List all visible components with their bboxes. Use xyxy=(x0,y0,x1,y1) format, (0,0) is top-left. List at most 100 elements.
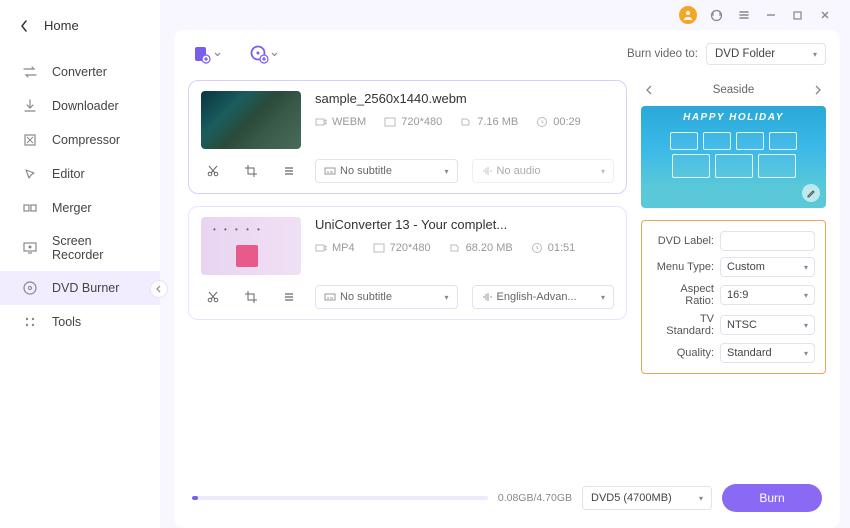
chevron-down-icon: ▾ xyxy=(444,293,448,302)
collapse-sidebar-button[interactable] xyxy=(150,280,168,298)
tools-icon xyxy=(22,314,38,330)
sidebar-item-label: Downloader xyxy=(52,99,119,113)
audio-icon xyxy=(481,291,493,303)
video-card[interactable]: • • • • • UniConverter 13 - Your complet… xyxy=(188,206,627,320)
aspect-ratio-label: Aspect Ratio: xyxy=(650,283,714,307)
chevron-down-icon: ▾ xyxy=(699,494,703,503)
chevron-down-icon: ▾ xyxy=(601,293,605,302)
video-title: sample_2560x1440.webm xyxy=(315,91,614,106)
video-list: sample_2560x1440.webm WEBM 720*480 7.16 … xyxy=(188,80,627,472)
video-thumbnail[interactable] xyxy=(201,91,301,149)
chevron-down-icon: ▾ xyxy=(804,321,808,330)
format-icon xyxy=(315,242,327,254)
close-icon[interactable] xyxy=(817,8,832,23)
sidebar-item-downloader[interactable]: Downloader xyxy=(0,89,160,123)
sidebar-item-screen-recorder[interactable]: Screen Recorder xyxy=(0,225,160,271)
sidebar-item-compressor[interactable]: Compressor xyxy=(0,123,160,157)
sidebar-item-label: DVD Burner xyxy=(52,281,119,295)
video-title: UniConverter 13 - Your complet... xyxy=(315,217,614,232)
chevron-down-icon xyxy=(214,52,221,57)
video-format: WEBM xyxy=(332,116,366,128)
chevron-down-icon: ▾ xyxy=(601,167,605,176)
template-banner-text: HAPPY HOLIDAY xyxy=(641,112,826,123)
sidebar-item-converter[interactable]: Converter xyxy=(0,55,160,89)
chevron-down-icon xyxy=(271,52,278,57)
quality-label: Quality: xyxy=(650,347,714,359)
sidebar-item-label: Merger xyxy=(52,201,92,215)
support-icon[interactable] xyxy=(709,8,724,23)
audio-select: No audio ▾ xyxy=(472,159,615,183)
subtitle-value: No subtitle xyxy=(340,165,392,177)
template-name: Seaside xyxy=(713,84,755,96)
format-icon xyxy=(315,116,327,128)
dvd-label-input[interactable] xyxy=(720,231,815,251)
aspect-ratio-select[interactable]: 16:9▾ xyxy=(720,285,815,305)
tv-standard-label: TV Standard: xyxy=(650,313,714,337)
burn-to-select[interactable]: DVD Folder ▾ xyxy=(706,43,826,65)
edit-template-button[interactable] xyxy=(802,184,820,202)
sidebar: Home Converter Downloader Compressor Edi… xyxy=(0,0,160,528)
user-avatar-button[interactable] xyxy=(679,6,697,24)
burn-to-label: Burn video to: xyxy=(627,48,698,60)
back-home-button[interactable]: Home xyxy=(0,10,160,41)
home-label: Home xyxy=(44,18,79,33)
subtitle-icon xyxy=(324,165,336,177)
sidebar-item-label: Editor xyxy=(52,167,85,181)
sidebar-item-editor[interactable]: Editor xyxy=(0,157,160,191)
subtitle-select[interactable]: No subtitle ▾ xyxy=(315,159,458,183)
video-size: 7.16 MB xyxy=(477,116,518,128)
video-duration: 01:51 xyxy=(548,242,576,254)
maximize-icon[interactable] xyxy=(790,8,805,23)
dvd-settings-panel: DVD Label: Menu Type: Custom▾ Aspect Rat… xyxy=(641,220,826,374)
video-card[interactable]: sample_2560x1440.webm WEBM 720*480 7.16 … xyxy=(188,80,627,194)
subtitle-select[interactable]: No subtitle ▾ xyxy=(315,285,458,309)
merger-icon xyxy=(22,200,38,216)
burn-button[interactable]: Burn xyxy=(722,484,822,512)
menu-icon[interactable] xyxy=(736,8,751,23)
sidebar-item-label: Tools xyxy=(52,315,81,329)
video-format: MP4 xyxy=(332,242,355,254)
next-template-button[interactable] xyxy=(812,85,822,95)
sidebar-item-label: Compressor xyxy=(52,133,120,147)
sidebar-item-tools[interactable]: Tools xyxy=(0,305,160,339)
disc-type-select[interactable]: DVD5 (4700MB) ▾ xyxy=(582,486,712,510)
more-button[interactable] xyxy=(281,163,297,179)
screen-recorder-icon xyxy=(22,240,38,256)
subtitle-icon xyxy=(324,291,336,303)
crop-button[interactable] xyxy=(243,289,259,305)
crop-button[interactable] xyxy=(243,163,259,179)
editor-icon xyxy=(22,166,38,182)
prev-template-button[interactable] xyxy=(645,85,655,95)
menu-type-label: Menu Type: xyxy=(650,261,714,273)
sidebar-item-label: Converter xyxy=(52,65,107,79)
video-thumbnail[interactable]: • • • • • xyxy=(201,217,301,275)
size-icon xyxy=(460,116,472,128)
download-icon xyxy=(22,98,38,114)
sidebar-item-merger[interactable]: Merger xyxy=(0,191,160,225)
resolution-icon xyxy=(373,242,385,254)
template-preview[interactable]: HAPPY HOLIDAY xyxy=(641,106,826,208)
chevron-down-icon: ▾ xyxy=(813,50,817,59)
sidebar-item-dvd-burner[interactable]: DVD Burner xyxy=(0,271,160,305)
trim-button[interactable] xyxy=(205,289,221,305)
quality-select[interactable]: Standard▾ xyxy=(720,343,815,363)
chevron-down-icon: ▾ xyxy=(804,349,808,358)
dvd-label-label: DVD Label: xyxy=(650,235,714,247)
chevron-down-icon: ▾ xyxy=(804,263,808,272)
sidebar-item-label: Screen Recorder xyxy=(52,234,138,262)
menu-type-select[interactable]: Custom▾ xyxy=(720,257,815,277)
add-disc-button[interactable] xyxy=(249,44,278,64)
add-file-button[interactable] xyxy=(192,44,221,64)
trim-button[interactable] xyxy=(205,163,221,179)
duration-icon xyxy=(536,116,548,128)
subtitle-value: No subtitle xyxy=(340,291,392,303)
video-resolution: 720*480 xyxy=(401,116,442,128)
minimize-icon[interactable] xyxy=(763,8,778,23)
chevron-down-icon: ▾ xyxy=(804,291,808,300)
video-duration: 00:29 xyxy=(553,116,581,128)
audio-select[interactable]: English-Advan... ▾ xyxy=(472,285,615,309)
more-button[interactable] xyxy=(281,289,297,305)
tv-standard-select[interactable]: NTSC▾ xyxy=(720,315,815,335)
dvd-burner-icon xyxy=(22,280,38,296)
video-resolution: 720*480 xyxy=(390,242,431,254)
